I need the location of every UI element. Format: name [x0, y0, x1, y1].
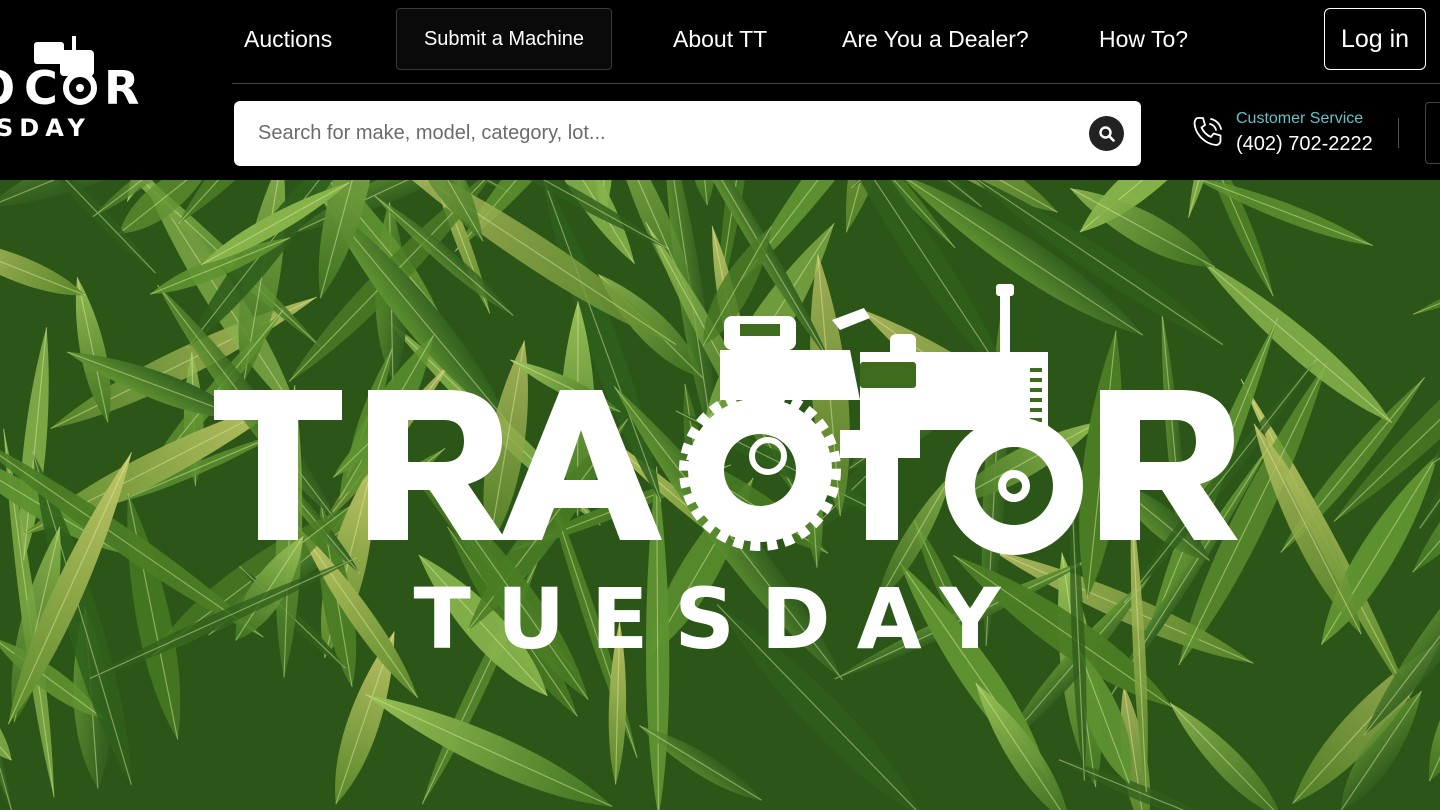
login-button[interactable]: Log in	[1324, 8, 1426, 70]
site-logo[interactable]: O C R SDAY	[0, 32, 146, 142]
svg-text:O: O	[0, 61, 15, 115]
header-divider	[1398, 118, 1399, 148]
nav-about[interactable]: About TT	[673, 24, 767, 54]
customer-service-phone[interactable]: (402) 702-2222	[1236, 133, 1373, 156]
tractor-logo-icon: O C R SDAY	[0, 36, 139, 142]
hero-subtitle: TUESDAY	[414, 570, 1027, 668]
customer-service[interactable]: Customer Service (402) 702-2222	[1190, 108, 1390, 160]
search-input[interactable]	[258, 101, 1078, 166]
svg-text:C: C	[24, 61, 58, 115]
svg-text:SDAY: SDAY	[0, 114, 91, 142]
hero-logo: TUESDAY	[200, 280, 1240, 680]
nav-dealer[interactable]: Are You a Dealer?	[842, 24, 1029, 54]
search-bar	[234, 101, 1141, 166]
search-icon	[1098, 125, 1115, 142]
cart-button[interactable]	[1425, 102, 1440, 164]
hero-banner: TUESDAY	[0, 180, 1440, 810]
nav-how-to[interactable]: How To?	[1099, 24, 1188, 54]
tractor-tuesday-logo: TUESDAY	[214, 284, 1238, 668]
svg-text:R: R	[104, 61, 139, 115]
submit-machine-button[interactable]: Submit a Machine	[396, 8, 612, 70]
main-nav: Auctions Submit a Machine About TT Are Y…	[232, 0, 1440, 84]
customer-service-label: Customer Service	[1236, 110, 1364, 127]
search-button[interactable]	[1089, 116, 1124, 151]
nav-auctions[interactable]: Auctions	[244, 24, 332, 54]
site-header: O C R SDAY Auctions Submit a Machine Abo…	[0, 0, 1440, 180]
phone-icon	[1193, 117, 1222, 146]
